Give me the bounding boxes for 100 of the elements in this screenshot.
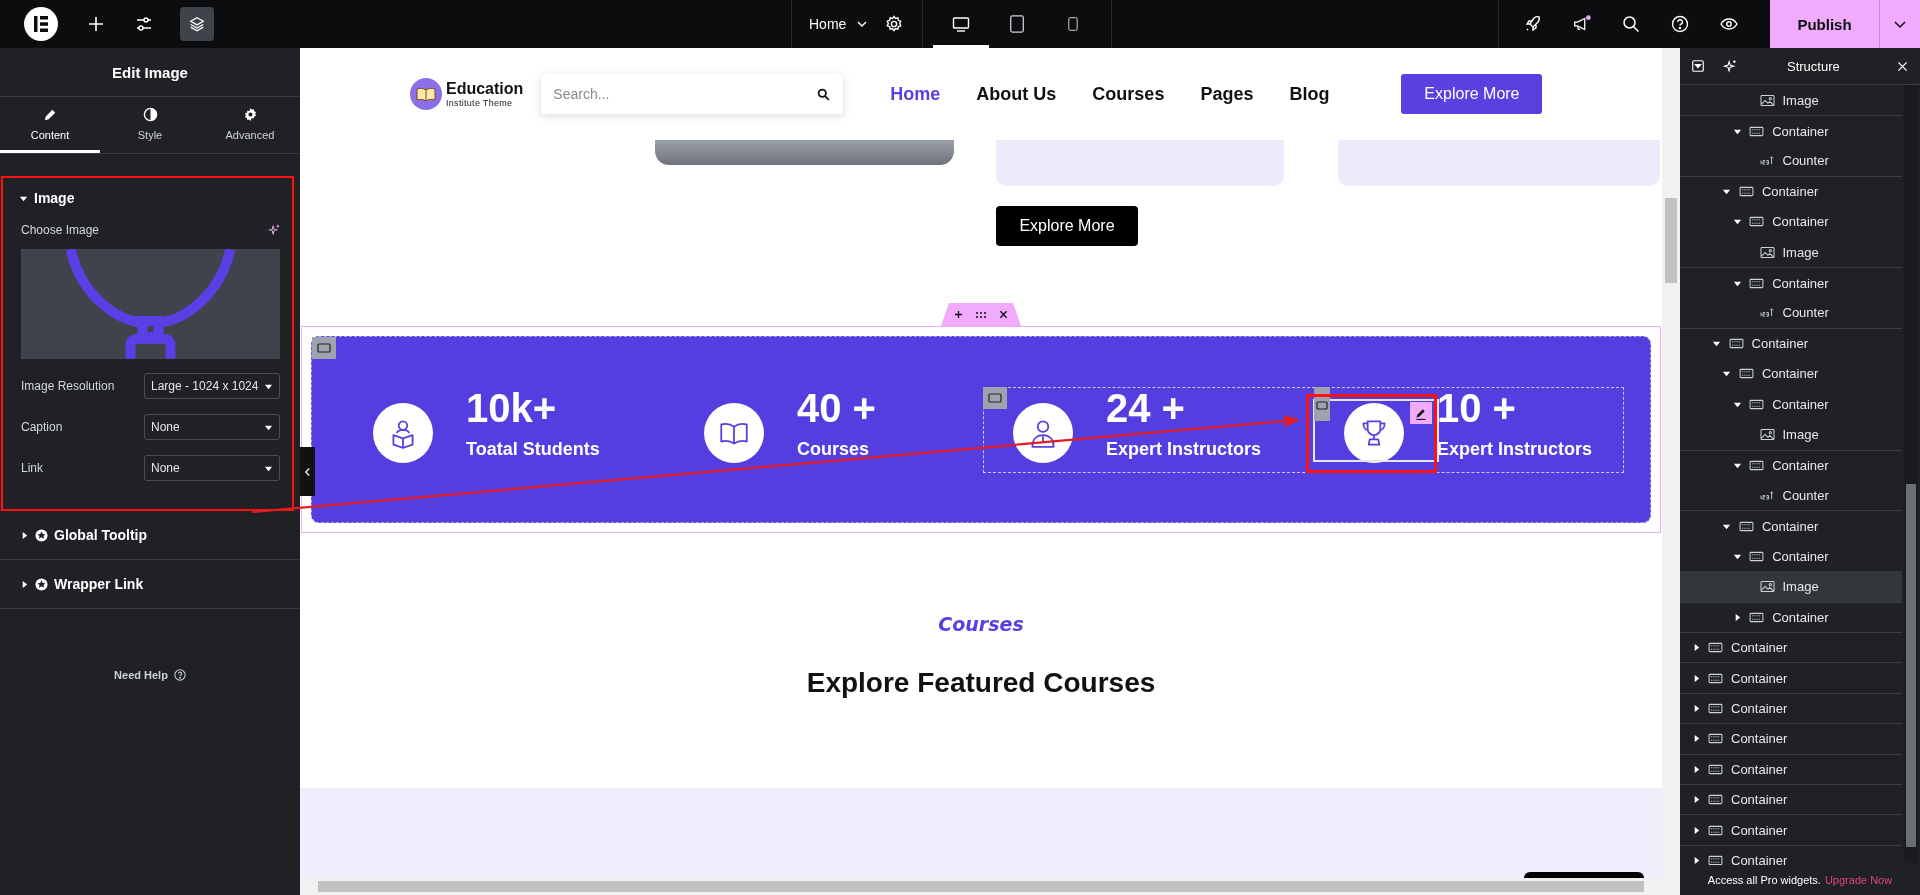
- navigator-item[interactable]: Container: [1680, 632, 1902, 663]
- stat-label: Expert Instructors: [1106, 438, 1262, 460]
- container-handle-icon[interactable]: [1314, 387, 1330, 421]
- vertical-scrollbar[interactable]: [1904, 85, 1918, 863]
- container-icon: [1749, 125, 1765, 137]
- stat-number: 40 +: [797, 385, 876, 432]
- navigator-item[interactable]: Container: [1680, 206, 1902, 237]
- panel-tab[interactable]: Advanced: [200, 97, 300, 153]
- container-icon: [1708, 763, 1723, 775]
- navigator-item[interactable]: Counter: [1680, 297, 1902, 329]
- navigator-item[interactable]: Container: [1680, 814, 1902, 845]
- navigator-item[interactable]: Container: [1680, 662, 1902, 693]
- panel-title: Structure: [1787, 58, 1840, 74]
- horizontal-scrollbar[interactable]: [300, 878, 1680, 895]
- ai-sparkle-icon[interactable]: [268, 224, 280, 236]
- navigator-item[interactable]: Container: [1680, 267, 1902, 298]
- container-icon: [1708, 703, 1723, 714]
- add-icon[interactable]: [954, 310, 963, 319]
- contrast-icon: [142, 106, 158, 122]
- book-logo-icon: [410, 78, 442, 110]
- container-icon: [1749, 398, 1765, 410]
- navigator-item[interactable]: Counter: [1680, 480, 1902, 511]
- search-field[interactable]: Search...: [541, 74, 844, 114]
- container-icon: [1708, 672, 1723, 684]
- section-toolbar[interactable]: [941, 303, 1021, 326]
- container-icon: [1708, 824, 1723, 836]
- navigator-item[interactable]: Container: [1680, 753, 1902, 784]
- caret-icon[interactable]: [1712, 339, 1722, 349]
- navigator-item[interactable]: Container: [1680, 328, 1902, 359]
- stat-number: 10 +: [1437, 385, 1516, 432]
- section-eyebrow: Courses: [938, 613, 1024, 635]
- partial-button[interactable]: [1524, 872, 1644, 878]
- navigator-item[interactable]: Image: [1680, 236, 1902, 268]
- navigator-item[interactable]: Container: [1680, 115, 1902, 146]
- vertical-scrollbar[interactable]: [1662, 48, 1680, 878]
- navigator-item[interactable]: Container: [1680, 449, 1902, 481]
- nav-link[interactable]: Home: [890, 83, 941, 105]
- drag-handle-icon[interactable]: [975, 310, 987, 319]
- navigator-item[interactable]: Image: [1680, 85, 1902, 116]
- panel-tab[interactable]: Content: [0, 97, 100, 153]
- navigator-item[interactable]: Container: [1680, 388, 1902, 420]
- layers-button[interactable]: [180, 7, 214, 41]
- chevron-left-icon: [304, 466, 311, 477]
- navigator-item[interactable]: Image: [1680, 571, 1902, 602]
- search-icon[interactable]: [817, 88, 831, 101]
- container-icon: [1728, 338, 1744, 350]
- reader-icon: [373, 403, 433, 463]
- container-icon: [1749, 216, 1765, 228]
- container-icon: [1708, 854, 1723, 865]
- page-selector[interactable]: Home: [792, 16, 885, 32]
- navigator-item[interactable]: Counter: [1680, 145, 1902, 177]
- stat-label: Courses: [797, 438, 870, 460]
- nav-link[interactable]: About Us: [976, 83, 1057, 105]
- help-icon[interactable]: [1670, 14, 1690, 34]
- elementor-logo-icon[interactable]: [24, 7, 58, 41]
- navigator-item[interactable]: Container: [1680, 540, 1902, 572]
- caret-icon[interactable]: [1732, 217, 1742, 227]
- caret-icon[interactable]: [1722, 369, 1732, 379]
- site-title[interactable]: Education: [446, 80, 524, 98]
- nav-link[interactable]: Courses: [1092, 83, 1165, 105]
- explore-more-button[interactable]: Explore More: [996, 206, 1138, 246]
- container-icon: [1749, 277, 1765, 289]
- container-handle-icon[interactable]: [312, 337, 336, 359]
- sliders-icon[interactable]: [134, 14, 154, 34]
- select-field[interactable]: None: [144, 414, 280, 440]
- layers-icon: [188, 15, 206, 33]
- edit-pencil-icon[interactable]: [1410, 402, 1432, 424]
- explore-more-button[interactable]: Explore More: [1401, 74, 1543, 114]
- rocket-icon[interactable]: [1523, 14, 1543, 34]
- navigator-item[interactable]: Container: [1680, 358, 1902, 389]
- help-icon: [173, 669, 186, 681]
- dropdown-box-icon[interactable]: [1691, 59, 1705, 73]
- navigator-item[interactable]: Container: [1680, 601, 1902, 633]
- container-icon: [1749, 459, 1765, 471]
- navigator-item[interactable]: Image: [1680, 419, 1902, 450]
- upgrade-link[interactable]: Upgrade Now: [1824, 874, 1893, 886]
- select-field[interactable]: None: [144, 455, 280, 481]
- stat-number: 24 +: [1106, 385, 1185, 432]
- publish-button[interactable]: Publish: [1770, 0, 1879, 48]
- container-handle-icon[interactable]: [983, 387, 1007, 409]
- navigator-item[interactable]: Container: [1680, 692, 1902, 724]
- search-icon[interactable]: [1621, 14, 1641, 34]
- panel-tab[interactable]: Style: [100, 97, 200, 153]
- nav-link[interactable]: Pages: [1200, 83, 1254, 105]
- help-link[interactable]: Need Help: [0, 669, 300, 681]
- ai-sparkle-icon[interactable]: [1723, 59, 1737, 73]
- add-icon[interactable]: [86, 14, 106, 34]
- nav-link[interactable]: Blog: [1289, 83, 1330, 105]
- caret-icon[interactable]: [1722, 187, 1732, 197]
- tablet-icon: [1008, 13, 1027, 35]
- select-field[interactable]: Large - 1024 x 1024: [144, 373, 280, 399]
- promo-text: Access all Pro widgets.: [1707, 874, 1821, 886]
- section-header[interactable]: Image: [19, 181, 280, 215]
- navigator-item[interactable]: Container: [1680, 723, 1902, 754]
- navigator-item[interactable]: Container: [1680, 176, 1902, 207]
- star-badge-icon: [35, 528, 48, 542]
- close-icon[interactable]: [999, 310, 1008, 319]
- navigator-item[interactable]: Container: [1680, 510, 1902, 541]
- navigator-item[interactable]: Container: [1680, 784, 1902, 815]
- container-icon: [1738, 368, 1754, 380]
